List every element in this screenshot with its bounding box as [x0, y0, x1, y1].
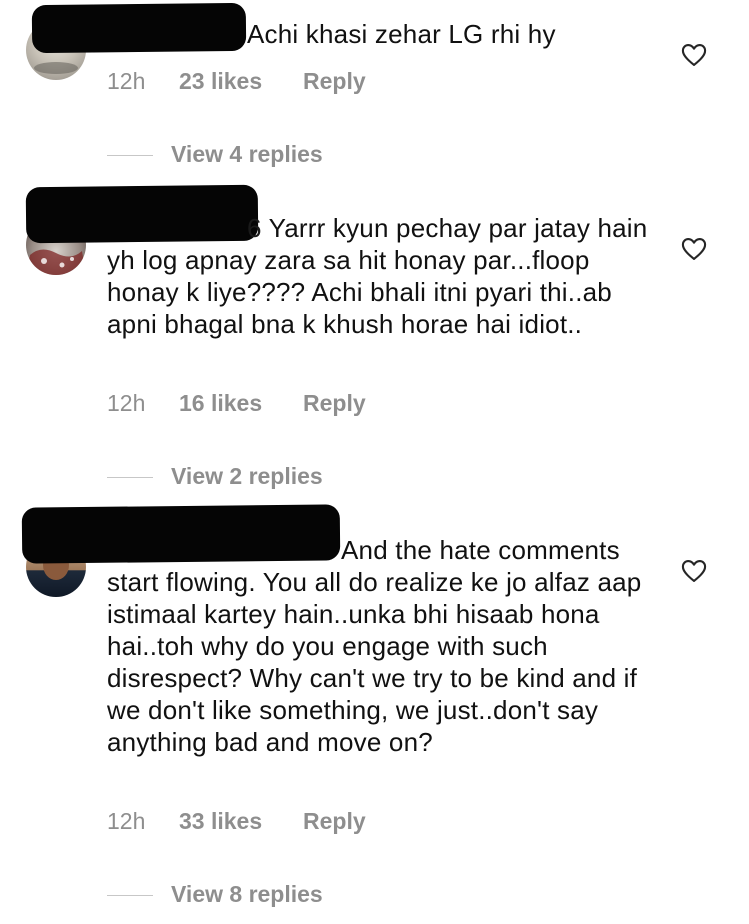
replies-divider	[107, 895, 153, 897]
reply-button[interactable]: Reply	[303, 67, 366, 95]
comment-item: And the hate comments start flowing. You…	[0, 500, 749, 924]
heart-outline-icon[interactable]	[680, 235, 708, 263]
comment-likes[interactable]: 33 likes	[179, 807, 303, 835]
heart-outline-icon[interactable]	[680, 41, 708, 69]
comment-meta: 12h 33 likes Reply	[107, 807, 366, 835]
replies-divider	[107, 477, 153, 479]
comment-item: Achi khasi zehar LG rhi hy 12h 23 likes Re…	[0, 0, 749, 180]
comment-time: 12h	[107, 808, 146, 834]
comment-text: Achi khasi zehar LG rhi hy	[107, 18, 667, 50]
comment-likes[interactable]: 16 likes	[179, 389, 303, 417]
view-replies-button[interactable]: View 8 replies	[107, 880, 323, 908]
comment-body: Yarrr kyun pechay par jatay hain yh log …	[107, 213, 648, 339]
comment-body: And the hate comments start flowing. You…	[107, 535, 642, 757]
comment-meta: 12h 16 likes Reply	[107, 389, 366, 417]
view-replies-label: View 2 replies	[171, 463, 323, 489]
comment-meta: 12h 23 likes Reply	[107, 67, 366, 95]
comment-item: 6 Yarrr kyun pechay par jatay hain yh lo…	[0, 180, 749, 500]
view-replies-label: View 8 replies	[171, 881, 323, 907]
comment-time: 12h	[107, 68, 146, 94]
comment-text: And the hate comments start flowing. You…	[107, 534, 667, 758]
comment-text: 6 Yarrr kyun pechay par jatay hain yh lo…	[107, 212, 667, 340]
view-replies-button[interactable]: View 4 replies	[107, 140, 323, 168]
comment-body: Achi khasi zehar LG rhi hy	[247, 19, 556, 49]
comment-time: 12h	[107, 390, 146, 416]
replies-divider	[107, 155, 153, 157]
view-replies-button[interactable]: View 2 replies	[107, 462, 323, 490]
comment-likes[interactable]: 23 likes	[179, 67, 303, 95]
reply-button[interactable]: Reply	[303, 807, 366, 835]
view-replies-label: View 4 replies	[171, 141, 323, 167]
comment-username[interactable]: 6	[247, 213, 262, 243]
reply-button[interactable]: Reply	[303, 389, 366, 417]
heart-outline-icon[interactable]	[680, 557, 708, 585]
